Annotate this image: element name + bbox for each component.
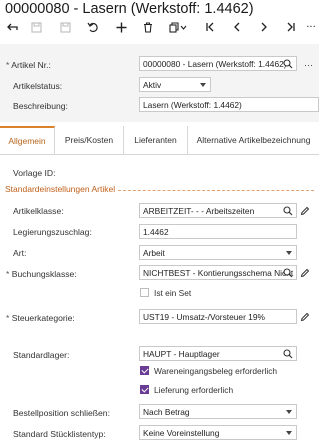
search-icon[interactable] — [283, 59, 293, 69]
delete-icon[interactable] — [139, 18, 157, 36]
section-divider — [118, 190, 314, 191]
save-close-icon[interactable] — [56, 18, 74, 36]
tax-category-label: * Steuerkategorie: — [6, 313, 75, 323]
template-label: Vorlage ID: — [13, 168, 56, 178]
alloy-surcharge-field[interactable]: 1.4462 — [139, 224, 297, 239]
is-set-label: Ist ein Set — [154, 288, 192, 298]
more-icon[interactable]: ··· — [303, 18, 319, 36]
receipt-required-checkbox[interactable] — [140, 366, 149, 375]
delivery-required-checkbox[interactable] — [140, 385, 149, 394]
tab-lieferanten[interactable]: Lieferanten — [124, 126, 188, 154]
search-icon[interactable] — [283, 206, 293, 216]
tab-alternative-artikelbezeichnung[interactable]: Alternative Artikelbezeichnung — [188, 126, 319, 154]
description-label: Beschreibung: — [13, 101, 68, 111]
undo-icon[interactable] — [84, 18, 102, 36]
alloy-surcharge-label: Legierungszuschlag: — [13, 227, 92, 237]
bom-type-label: Standard Stücklistentyp: — [13, 429, 106, 439]
pencil-icon[interactable] — [300, 268, 310, 278]
posting-class-label: * Buchungsklasse: — [6, 269, 77, 279]
chevron-down-icon — [286, 410, 292, 414]
tab-preis-kosten[interactable]: Preis/Kosten — [55, 126, 124, 154]
add-icon[interactable] — [112, 18, 130, 36]
back-icon[interactable] — [3, 18, 21, 36]
type-label: Art: — [13, 248, 27, 258]
item-class-field[interactable]: ARBEITZEIT- - - Arbeitszeiten — [139, 203, 297, 218]
receipt-required-label: Wareneingangsbeleg erforderlich — [154, 366, 278, 376]
search-icon[interactable] — [283, 268, 293, 278]
tab-allgemein[interactable]: Allgemein — [0, 126, 55, 154]
status-label: Artikelstatus: — [13, 81, 63, 91]
tab-bar: Allgemein Preis/Kosten Lieferanten Alter… — [0, 126, 319, 155]
default-warehouse-field[interactable]: HAUPT - Hauptlager — [139, 346, 297, 361]
section-title: Standardeinstellungen Artikel — [5, 184, 116, 194]
first-icon[interactable] — [201, 18, 219, 36]
next-icon[interactable] — [255, 18, 273, 36]
toolbar: ··· — [0, 18, 319, 36]
article-nr-label: * Artikel Nr.: — [6, 60, 51, 70]
posting-class-field[interactable]: NICHTBEST - Kontierungsschema Nicht — [139, 265, 297, 280]
tax-category-field[interactable]: UST19 - Umsatz-/Vorsteuer 19% — [139, 309, 297, 324]
search-icon[interactable] — [283, 349, 293, 359]
copy-icon[interactable] — [167, 18, 189, 36]
bom-type-select[interactable]: Keine Voreinstellung — [139, 425, 297, 440]
window-title: 00000080 - Lasern (Werkstoff: 1.4462) — [5, 1, 254, 17]
delivery-required-label: Lieferung erforderlich — [154, 385, 234, 395]
default-warehouse-label: Standardlager: — [13, 350, 70, 360]
is-set-checkbox[interactable] — [140, 288, 149, 297]
type-select[interactable]: Arbeit — [139, 245, 297, 260]
chevron-down-icon — [200, 83, 206, 87]
previous-icon[interactable] — [228, 18, 246, 36]
item-class-label: Artikelklasse: — [13, 206, 64, 216]
status-select[interactable]: Aktiv — [139, 77, 211, 92]
close-po-line-select[interactable]: Nach Betrag — [139, 404, 297, 419]
save-icon[interactable] — [27, 18, 45, 36]
more-icon[interactable]: ··· — [304, 60, 313, 70]
article-nr-field[interactable]: 00000080 - Lasern (Werkstoff: 1.4462) — [139, 56, 297, 71]
pencil-icon[interactable] — [300, 312, 310, 322]
pencil-icon[interactable] — [300, 206, 310, 216]
chevron-down-icon — [286, 431, 292, 435]
description-field[interactable]: Lasern (Werkstoff: 1.4462) — [139, 97, 319, 112]
last-icon[interactable] — [282, 18, 300, 36]
chevron-down-icon — [286, 251, 292, 255]
close-po-line-label: Bestellposition schließen: — [13, 408, 110, 418]
